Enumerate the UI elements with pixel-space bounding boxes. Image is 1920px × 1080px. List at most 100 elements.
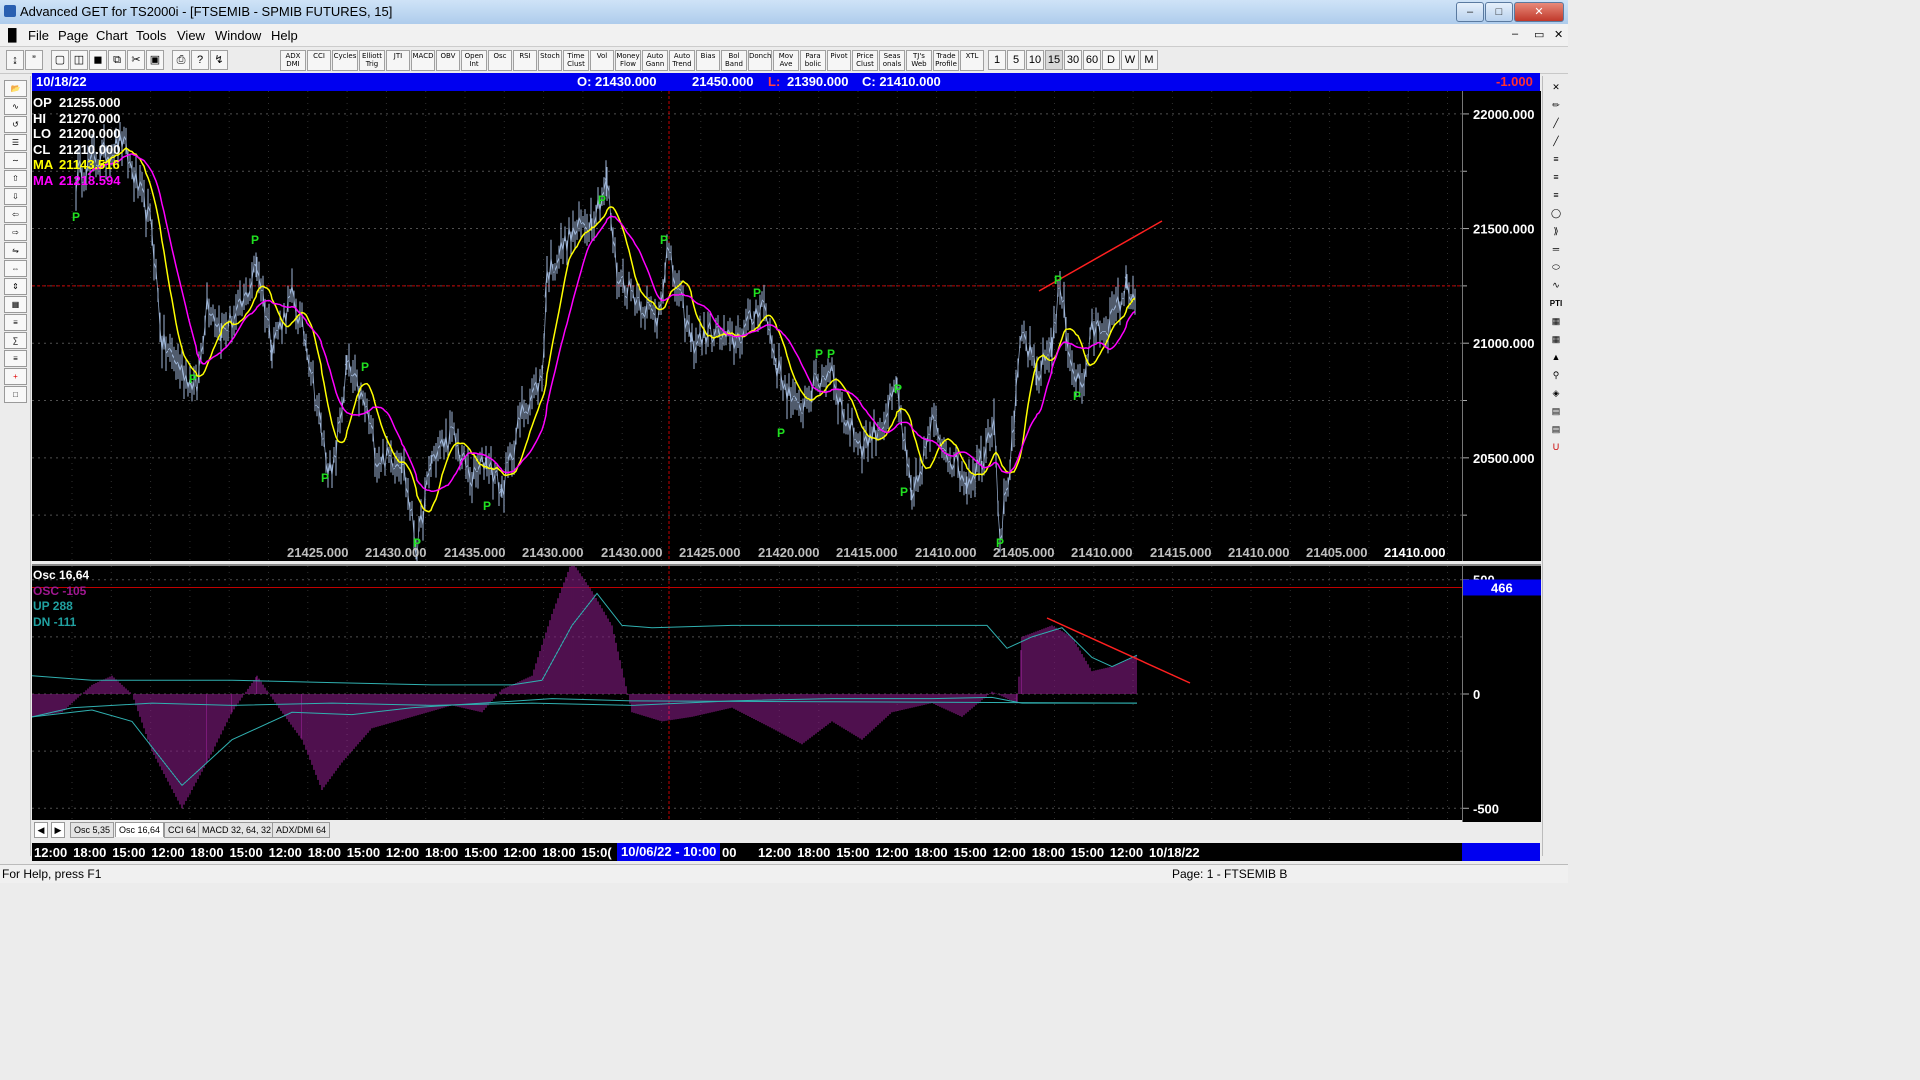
channel-icon[interactable]: ═ [1547,242,1565,257]
indicator-button-17[interactable]: Bol Band [721,50,747,71]
pencil-icon[interactable]: ✏ [1547,98,1565,113]
save-icon[interactable]: ◼ [89,50,107,70]
trend-icon[interactable]: ∿ [4,98,27,115]
menu-window[interactable]: Window [215,28,261,43]
indicator-button-10[interactable]: Stoch [538,50,562,71]
zoom-width-icon[interactable]: ⇔ [4,260,27,277]
line-icon[interactable]: ╱ [1547,116,1565,131]
interval-button-1[interactable]: 1 [988,50,1006,70]
indicator-button-14[interactable]: Auto Gann [642,50,668,71]
indicator-button-12[interactable]: Vol [590,50,614,71]
interval-button-5[interactable]: 5 [1007,50,1025,70]
menu-help[interactable]: Help [271,28,298,43]
reset-icon[interactable]: ↺ [4,116,27,133]
line2-icon[interactable]: ╱ [1547,134,1565,149]
grid2-icon[interactable]: ▦ [1547,314,1565,329]
gann-icon[interactable]: ∑ [4,332,27,349]
indicator-button-4[interactable]: JTI [386,50,410,71]
indicator-button-8[interactable]: Osc [488,50,512,71]
interval-button-D[interactable]: D [1102,50,1120,70]
indicator-button-13[interactable]: Money Flow [615,50,641,71]
menu-page[interactable]: Page [58,28,88,43]
indicator-button-20[interactable]: Para bolic [800,50,826,71]
oscillator-pane[interactable]: Osc 16,64 OSC -105 UP 288 DN -111 [32,564,1462,822]
interval-button-W[interactable]: W [1121,50,1139,70]
tab-1[interactable]: Osc 16,64 [115,822,165,837]
open-icon[interactable]: ◫ [70,50,88,70]
stack-icon[interactable]: ▤ [1547,422,1565,437]
arrow-up-icon[interactable]: ▲ [1547,350,1565,365]
price-chart-svg[interactable]: PPPPPPPPPPPP PPPPPP21425.000 21430.000 2143… [32,91,1462,561]
fan-icon[interactable]: ⟫ [1547,224,1565,239]
indicator-button-5[interactable]: MACD [411,50,435,71]
clipboard-icon[interactable]: □ [4,386,27,403]
fib-icon[interactable]: ≡ [4,350,27,367]
zoom-height-icon[interactable]: ⇕ [4,278,27,295]
interval-button-15[interactable]: 15 [1045,50,1063,70]
indicator-button-18[interactable]: Donch [748,50,772,71]
magnify-icon[interactable]: ⚲ [1547,368,1565,383]
help-pointer-icon[interactable]: ↯ [210,50,228,70]
copy-icon[interactable]: ⧉ [108,50,126,70]
menu-chart[interactable]: Chart [96,28,128,43]
zoom-x-icon[interactable]: ⇋ [4,242,27,259]
oscillator-svg[interactable] [32,566,1462,822]
tab-4[interactable]: ADX/DMI 64 [272,822,331,838]
pointer-icon[interactable]: ↨ [6,50,24,70]
indicator-button-16[interactable]: Bias [696,50,720,71]
quote-icon[interactable]: ” [25,50,43,70]
interval-button-M[interactable]: M [1140,50,1158,70]
print-icon[interactable]: ⎙ [172,50,190,70]
close-cross-icon[interactable]: ✕ [1547,80,1565,95]
maximize-button[interactable]: □ [1485,2,1513,22]
minimize-button[interactable]: – [1456,2,1484,22]
indicator-button-21[interactable]: Pivot [827,50,851,71]
menu-file[interactable]: File [28,28,49,43]
new-icon[interactable]: ▢ [51,50,69,70]
tab-3[interactable]: MACD 32, 64, 32 [198,822,276,838]
fib-time-icon[interactable]: ≡ [1547,188,1565,203]
ellipse-icon[interactable]: ⬭ [1547,260,1565,275]
indicator-button-26[interactable]: XTL [960,50,984,71]
interval-button-60[interactable]: 60 [1083,50,1101,70]
indicator-button-7[interactable]: Open Int [461,50,487,71]
indicator-button-11[interactable]: Time Clust [563,50,589,71]
indicator-button-25[interactable]: Trade Profile [933,50,959,71]
wave-icon[interactable]: ∿ [1547,278,1565,293]
cut-icon[interactable]: ✂ [127,50,145,70]
menu-tools[interactable]: Tools [136,28,166,43]
crosshair-icon[interactable]: + [4,368,27,385]
indicator-button-6[interactable]: OBV [436,50,460,71]
close-button[interactable]: ✕ [1514,2,1564,22]
info-icon[interactable]: ? [191,50,209,70]
fib-ext-icon[interactable]: ≡ [1547,170,1565,185]
tab-scroll-left[interactable]: ◀ [34,822,48,838]
down-arrow-icon[interactable]: ⇩ [4,188,27,205]
tab-scroll-right[interactable]: ▶ [51,822,65,838]
elliott-icon[interactable]: ∼ [4,152,27,169]
tab-0[interactable]: Osc 5,35 [70,822,115,838]
mob-icon[interactable]: ▦ [1547,332,1565,347]
grid-icon[interactable]: ▦ [4,296,27,313]
right-arrow-icon[interactable]: ⇨ [4,224,27,241]
pti-icon[interactable]: PTI [1547,296,1565,311]
study-icon[interactable]: ☰ [4,134,27,151]
indicator-button-23[interactable]: Seas onals [879,50,905,71]
indicator-button-24[interactable]: TJ's Web [906,50,932,71]
doc-restore-button[interactable]: ▭ [1534,28,1544,41]
interval-button-10[interactable]: 10 [1026,50,1044,70]
paste-icon[interactable]: ▣ [146,50,164,70]
indicator-button-3[interactable]: Elliott Trig [359,50,385,71]
price-chart-pane[interactable]: P P P P P P P P P P P P P P P P P P 21425.000 21430.000 2143… [32,91,1462,561]
circle-icon[interactable]: ◯ [1547,206,1565,221]
magnet-icon[interactable]: U [1547,440,1565,455]
left-arrow-icon[interactable]: ⇦ [4,206,27,223]
indicator-button-9[interactable]: RSI [513,50,537,71]
interval-button-30[interactable]: 30 [1064,50,1082,70]
indicator-button-2[interactable]: Cycles [332,50,358,71]
doc-close-button[interactable]: ✕ [1554,28,1563,41]
indicator-button-15[interactable]: Auto Trend [669,50,695,71]
paint-icon[interactable]: ◈ [1547,386,1565,401]
indicator-button-19[interactable]: Mov Ave [773,50,799,71]
fib-ret-icon[interactable]: ≡ [1547,152,1565,167]
